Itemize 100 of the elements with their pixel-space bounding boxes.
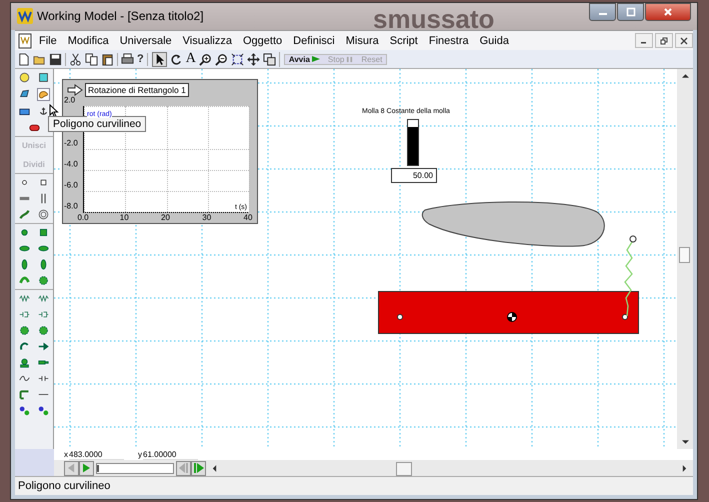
scroll-down-arrow-icon[interactable] [682,439,688,446]
object-icon[interactable] [262,52,276,66]
tick-label: -8.0 [64,202,78,211]
close-icon [663,7,673,17]
scrollbar-thumb[interactable] [396,462,412,476]
tick-label: -6.0 [64,180,78,190]
gear-icon[interactable] [19,325,30,336]
spring-icon[interactable] [38,293,49,304]
tooltip: Poligono curvilineo [48,116,146,132]
menu-item[interactable]: Script [390,34,418,47]
close-button[interactable] [675,33,693,48]
move-icon[interactable] [246,52,260,66]
rewind-button[interactable] [176,460,191,476]
arrow-icon[interactable] [67,84,83,96]
rectangle-icon[interactable] [19,106,30,118]
scroll-left-arrow-icon[interactable] [212,464,217,472]
vertical-scrollbar[interactable] [677,69,693,450]
circle-icon[interactable] [19,72,30,84]
vertical-joint-icon[interactable] [19,259,30,270]
restore-button[interactable] [655,33,673,48]
slider-fill[interactable] [408,127,418,166]
menu-item[interactable]: File [39,34,57,47]
tick-label: 30 [202,213,212,222]
paste-icon[interactable] [101,52,114,66]
play-icon [312,55,320,64]
menu-item[interactable]: Modifica [68,34,109,47]
tick-label: 2.0 [64,96,76,105]
rigid-joint-icon[interactable] [38,227,49,238]
help-button[interactable]: ? [137,53,144,66]
curved-joint-icon[interactable] [19,275,30,286]
close-button[interactable] [645,3,691,21]
graph-title: Rotazione di Rettangolo 1 [85,83,189,98]
zoom-out-icon[interactable] [214,52,228,66]
menu-item[interactable]: Guida [480,34,509,47]
tick-label: 10 [120,213,129,222]
print-icon[interactable] [121,52,134,66]
force-icon[interactable] [38,341,49,352]
damper-icon[interactable] [19,309,30,320]
spring-icon[interactable] [19,293,30,304]
background-text: smussato [373,4,494,35]
point-icon [397,314,403,320]
slider-track[interactable] [407,119,419,166]
menu-item[interactable]: Universale [120,34,172,47]
run-button[interactable]: Avvia [288,54,320,64]
scrollbar-thumb[interactable] [679,247,690,264]
rewind-icon [178,463,188,474]
menu-item[interactable]: Misura [346,34,379,47]
maximize-icon [626,7,636,17]
vertical-joint-icon[interactable] [38,259,49,270]
step-back-button[interactable] [64,460,79,476]
save-icon[interactable] [49,52,62,66]
minimize-button[interactable] [635,33,653,48]
maximize-button[interactable] [617,3,644,21]
tick-label: 20 [161,213,170,222]
torque-icon[interactable] [19,341,30,352]
tick-label: 40 [244,213,252,222]
tick-label: -2.0 [64,138,78,148]
app-logo-icon [17,8,33,24]
fast-forward-button[interactable] [191,460,206,476]
rotate-icon[interactable] [170,52,183,66]
gear-icon[interactable] [38,325,49,336]
y-label: y [138,450,142,460]
copy-icon[interactable] [85,52,98,66]
tape-slider[interactable] [96,462,174,474]
menu-item[interactable]: Oggetto [243,34,282,47]
menu-item[interactable]: Definisci [293,34,335,47]
fit-to-window-icon[interactable] [230,52,244,66]
anchor-icon[interactable] [38,106,49,118]
center-of-mass-icon [507,312,517,322]
menu-item[interactable]: Finestra [428,34,469,47]
pointer-icon[interactable] [152,52,167,67]
square-point-icon[interactable] [38,177,49,188]
scroll-up-arrow-icon[interactable] [682,73,688,80]
point-icon [622,314,628,320]
motor-icon[interactable] [19,357,30,368]
new-file-icon[interactable] [17,52,30,66]
minimize-button[interactable] [589,3,616,21]
cut-icon[interactable] [69,52,82,66]
restore-icon [660,36,668,45]
menu-item[interactable]: Visualizza [182,34,232,47]
scroll-right-arrow-icon[interactable] [682,464,687,472]
window-title: Working Model - [Senza titolo2] [37,9,204,24]
curved-slot-icon[interactable] [19,209,30,220]
zoom-in-icon[interactable] [198,52,212,66]
tick-label: 0.0 [77,213,89,222]
pause-icon [346,56,354,63]
value-field[interactable]: 50.00 [391,168,437,184]
close-icon [680,36,688,45]
damper-icon[interactable] [38,309,49,320]
rounded-rectangle-icon[interactable] [28,122,40,134]
play-icon [83,463,90,474]
x-label: x [64,450,68,460]
square-icon[interactable] [38,72,49,84]
gear-icon[interactable] [38,275,49,286]
polygon-icon[interactable] [18,88,30,100]
fast-forward-icon [194,463,204,474]
target-icon[interactable] [38,209,49,220]
pin-joint-icon[interactable] [19,227,30,238]
document-icon[interactable] [17,32,33,49]
text-tool-button[interactable]: A [186,52,196,66]
